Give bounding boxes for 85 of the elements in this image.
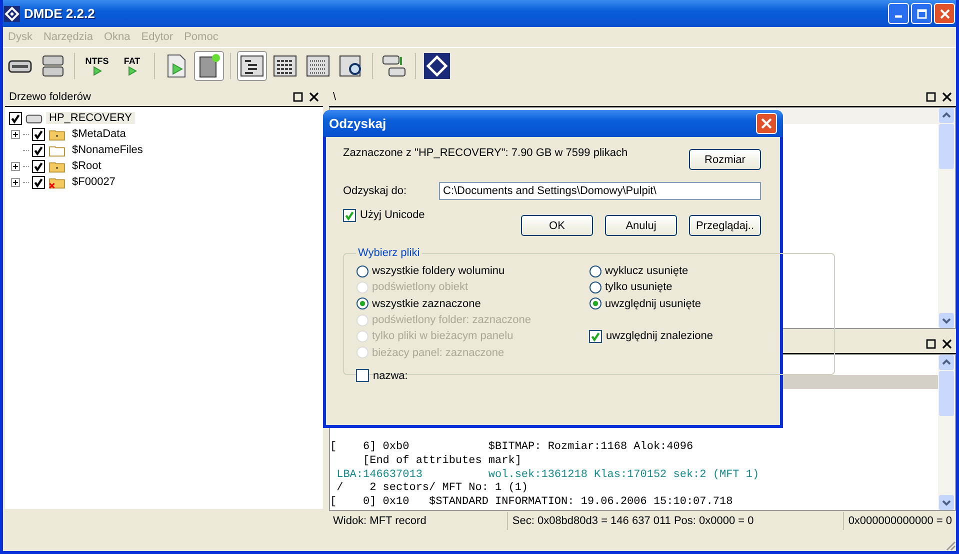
checkbox-label[interactable]: nazwa: (373, 370, 408, 382)
deleted-folder-icon (48, 176, 66, 188)
close-icon[interactable] (309, 92, 319, 102)
close-icon (761, 118, 772, 129)
play-icon (92, 66, 102, 76)
status-field: Widok: MFT record (329, 512, 508, 530)
status-field: Sec: 0x08bd80d3 = 146 637 011 Pos: 0x0000 = 0 (508, 512, 844, 530)
selection-summary: Zaznaczone z "HP_RECOVERY": 7.90 GB w 7599 plikach (343, 147, 628, 159)
record-line: [End of attributes mark] (362, 454, 522, 469)
scroll-thumb[interactable] (939, 371, 954, 416)
play-icon (127, 66, 137, 76)
record-line: / 2 sectors/ MFT No: 1 (1) (336, 482, 530, 496)
toolbar-button[interactable]: NTFS (81, 51, 113, 81)
folder-icon (48, 128, 66, 140)
tree-item[interactable]: $Root (69, 160, 104, 172)
scroll-down-icon[interactable] (939, 495, 954, 510)
window-title: DMDE 2.2.2 (24, 6, 96, 21)
maximize-button[interactable] (911, 3, 932, 24)
destination-field[interactable]: C:\Documents and Settings\Domowy\Pulpit\ (439, 182, 761, 200)
tree-item[interactable]: $MetaData (69, 128, 129, 140)
minimize-button[interactable] (888, 3, 909, 24)
path-label: \ (333, 91, 336, 103)
resize-grip-icon[interactable] (944, 539, 956, 551)
panel-title: Drzewo folderów (9, 91, 91, 103)
checkbox-label[interactable]: uwzględnij znalezione (606, 330, 714, 342)
option-label[interactable]: uwzględnij usunięte (605, 298, 702, 310)
option-label[interactable]: tylko usunięte (605, 281, 672, 294)
close-icon[interactable] (942, 339, 952, 350)
dialog-button[interactable]: Anuluj (605, 215, 677, 236)
option-label[interactable]: wszystkie zaznaczone (372, 298, 481, 310)
scroll-up-icon[interactable] (939, 108, 954, 123)
scroll-up-icon[interactable] (939, 355, 954, 370)
radio-button[interactable] (356, 297, 369, 310)
maximize-icon (916, 8, 926, 18)
scrollbar[interactable] (938, 355, 955, 510)
group-title: Wybierz pliki (357, 247, 421, 259)
close-button[interactable] (934, 3, 955, 24)
dialog-button[interactable]: OK (521, 215, 593, 236)
maximize-icon[interactable] (926, 339, 936, 350)
close-button[interactable] (756, 113, 777, 134)
radio-button[interactable] (589, 264, 602, 278)
checkbox[interactable] (32, 144, 45, 156)
scroll-thumb[interactable] (939, 124, 954, 169)
folder-icon (48, 160, 66, 172)
newpage-tool-icon[interactable] (194, 51, 224, 81)
logo-tool-icon[interactable] (422, 51, 452, 81)
option-label[interactable]: wyklucz usunięte (605, 265, 688, 278)
expand-icon[interactable] (11, 162, 20, 170)
app-logo-icon (4, 6, 20, 22)
tree-item[interactable]: HP_RECOVERY (46, 112, 135, 124)
minimize-icon (895, 15, 902, 18)
checkbox[interactable] (356, 369, 369, 382)
option-label[interactable]: wszystkie foldery woluminu (372, 265, 505, 278)
scrollbar[interactable] (938, 108, 955, 328)
dialog-title: Odzyskaj (329, 116, 386, 131)
checkbox[interactable] (32, 176, 45, 188)
checkbox[interactable] (343, 208, 356, 222)
maximize-icon[interactable] (926, 92, 936, 102)
checkbox[interactable] (32, 160, 45, 172)
close-icon (940, 8, 950, 18)
radio-button[interactable] (589, 297, 602, 310)
record-line: [ 6] 0xb0 $BITMAP: Rozmiar:1168 Alok:4096 (330, 441, 694, 455)
expand-icon[interactable] (11, 178, 20, 186)
folder-icon (48, 144, 66, 156)
record-line: [ 0] 0x10 $STANDARD INFORMATION: 19.06.2006 15:10:07.718 (330, 496, 734, 510)
field-label: Odzyskaj do: (343, 185, 407, 197)
scroll-down-icon[interactable] (939, 313, 954, 328)
expand-icon[interactable] (11, 130, 20, 138)
toolbar-button[interactable]: FAT (116, 51, 148, 81)
drive-icon (25, 112, 43, 124)
radio-button[interactable] (589, 280, 602, 294)
checkbox-label[interactable]: Użyj Unicode (360, 209, 425, 222)
tree-item[interactable]: $F00027 (69, 176, 118, 188)
record-line: LBA:146637013 wol.sek:1361218 Klas:170152 sek:2 (MFT 1) (336, 468, 760, 482)
checkbox[interactable] (32, 128, 45, 140)
radio-button[interactable] (356, 264, 369, 278)
tree-tool-icon[interactable] (237, 51, 267, 81)
tree-item[interactable]: $NonameFiles (69, 144, 146, 156)
close-icon[interactable] (942, 92, 952, 102)
status-field: 0x000000000000 = 0 (844, 512, 956, 530)
size-button[interactable]: Rozmiar (689, 149, 761, 170)
maximize-icon[interactable] (293, 92, 303, 102)
dialog-button[interactable]: Przeglądaj.. (689, 215, 761, 236)
checkbox[interactable] (589, 330, 602, 343)
checkbox[interactable] (9, 112, 22, 124)
